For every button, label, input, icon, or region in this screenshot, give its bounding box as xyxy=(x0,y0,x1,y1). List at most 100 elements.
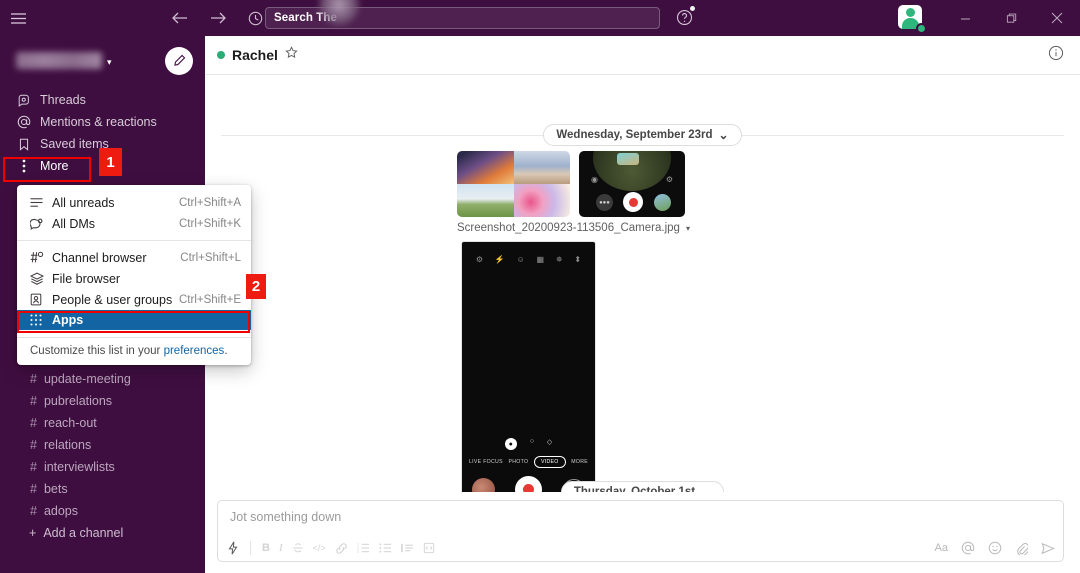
composer-toolbar: B I </> 123 Aa xyxy=(218,535,1063,561)
ordered-list-icon[interactable]: 123 xyxy=(357,542,370,554)
menu-item-apps[interactable]: Apps xyxy=(17,310,251,330)
window-controls xyxy=(898,0,1080,36)
hash-icon: # xyxy=(30,372,37,386)
code-icon[interactable]: </> xyxy=(313,543,326,553)
info-icon[interactable] xyxy=(1048,45,1064,66)
channel-label: relations xyxy=(43,438,92,452)
image-thumbnail-collage[interactable] xyxy=(457,151,570,217)
message-input[interactable]: Jot something down xyxy=(218,501,1063,524)
compose-icon[interactable] xyxy=(165,46,193,75)
send-icon[interactable] xyxy=(1041,542,1055,555)
italic-icon[interactable]: I xyxy=(279,542,283,554)
phone-tab-more: MORE xyxy=(571,459,588,465)
presence-badge xyxy=(916,23,927,34)
sidebar-channel-reach-out[interactable]: # reach-out xyxy=(0,412,205,434)
page-title: Rachel xyxy=(232,47,278,63)
menu-item-label: All DMs xyxy=(52,216,96,231)
add-channel-button[interactable]: + Add a channel xyxy=(0,522,205,544)
menu-footer-prefix: Customize this list in your xyxy=(30,345,164,357)
channel-browser-icon xyxy=(30,251,52,264)
bold-icon[interactable]: B xyxy=(262,542,270,554)
sidebar-channel-adops[interactable]: # adops xyxy=(0,500,205,522)
chevron-down-icon: ⌄ xyxy=(718,128,729,142)
code-block-icon[interactable] xyxy=(423,542,435,554)
date-divider-button[interactable]: Wednesday, September 23rd ⌄ xyxy=(543,124,742,146)
minimize-button[interactable] xyxy=(942,0,988,36)
more-dropdown-menu: All unreads Ctrl+Shift+A All DMs Ctrl+Sh… xyxy=(17,185,251,365)
sidebar-channel-relations[interactable]: # relations xyxy=(0,434,205,456)
hamburger-icon[interactable] xyxy=(0,0,36,36)
date-divider-label: Wednesday, September 23rd xyxy=(556,129,713,141)
format-icon[interactable]: Aa xyxy=(935,542,948,554)
strikethrough-icon[interactable] xyxy=(292,542,304,554)
maximize-button[interactable] xyxy=(988,0,1034,36)
star-icon[interactable] xyxy=(285,46,298,64)
image-thumbnail-camera[interactable]: ◉ ⚙ ●●● xyxy=(579,151,685,217)
menu-item-label: People & user groups xyxy=(52,292,173,307)
wide-icon: ● xyxy=(504,438,517,450)
workspace-name xyxy=(16,52,102,69)
phone-tab-video: VIDEO xyxy=(533,456,566,468)
title-bar: Search The xyxy=(0,0,1080,36)
close-button[interactable] xyxy=(1034,0,1080,36)
flash-icon: ⚡ xyxy=(494,255,505,264)
chevron-down-icon: ▾ xyxy=(685,223,690,233)
attachment-filename-label: Screenshot_20200923-113506_Camera.jpg xyxy=(457,222,680,234)
unreads-icon xyxy=(30,197,52,208)
channel-label: update-meeting xyxy=(43,372,131,386)
channel-label: reach-out xyxy=(43,416,97,430)
people-icon xyxy=(30,293,52,306)
channel-label: bets xyxy=(43,482,68,496)
menu-item-all-unreads[interactable]: All unreads Ctrl+Shift+A xyxy=(17,192,251,213)
menu-item-people-user-groups[interactable]: People & user groups Ctrl+Shift+E xyxy=(17,289,251,310)
link-icon[interactable] xyxy=(335,542,348,555)
annotation-badge-1: 1 xyxy=(99,148,122,176)
menu-item-channel-browser[interactable]: Channel browser Ctrl+Shift+L xyxy=(17,247,251,268)
arrow-right-icon[interactable] xyxy=(210,11,226,25)
emoji-icon[interactable] xyxy=(988,541,1002,555)
attachment-icon[interactable] xyxy=(1015,541,1028,555)
file-browser-icon xyxy=(30,272,52,285)
composer-area: Jot something down B I </> 1 2 3 Aa xyxy=(205,492,1080,573)
sidebar-channel-interviewlists[interactable]: # interviewlists xyxy=(0,456,205,478)
bulleted-list-icon[interactable] xyxy=(379,542,392,554)
arrow-left-icon[interactable] xyxy=(172,11,188,25)
channel-list: # update-meeting # pubrelations # reach-… xyxy=(0,368,205,544)
plus-icon: + xyxy=(29,526,37,540)
phone-tab-live-focus: LIVE FOCUS xyxy=(469,459,503,465)
menu-footer: Customize this list in your preferences. xyxy=(17,337,251,365)
channel-label: pubrelations xyxy=(43,394,113,408)
phone-tab-photo: PHOTO xyxy=(508,459,529,465)
lightning-icon[interactable] xyxy=(227,541,239,555)
help-circle-icon[interactable] xyxy=(676,9,693,31)
sidebar-item-threads[interactable]: Threads xyxy=(0,89,205,111)
menu-divider xyxy=(17,240,251,241)
mention-icon[interactable] xyxy=(961,541,975,555)
channel-label: interviewlists xyxy=(43,460,115,474)
date-divider-button[interactable]: Thursday, October 1st ⌄ xyxy=(560,481,725,492)
menu-item-file-browser[interactable]: File browser xyxy=(17,268,251,289)
sidebar-item-mentions[interactable]: Mentions & reactions xyxy=(0,111,205,133)
phone-screenshot-preview[interactable]: ⚙ ⚡ ☺ ▦ ✵ ⬍ ● ○ ◇ LIVE FOCUS PHOTO VIDEO… xyxy=(461,241,596,492)
sidebar-channel-update-meeting[interactable]: # update-meeting xyxy=(0,368,205,390)
add-channel-label: Add a channel xyxy=(43,526,124,540)
sidebar-item-label: More xyxy=(40,159,69,173)
conversation-header: Rachel xyxy=(205,36,1080,75)
threads-icon xyxy=(16,94,31,107)
attachment-filename[interactable]: Screenshot_20200923-113506_Camera.jpg ▾ xyxy=(457,222,690,234)
sidebar-channel-pubrelations[interactable]: # pubrelations xyxy=(0,390,205,412)
more-icon: ●●● xyxy=(596,194,613,211)
blockquote-icon[interactable] xyxy=(400,542,414,554)
apps-grid-icon xyxy=(30,314,52,326)
workspace-header[interactable]: ▾ xyxy=(0,36,205,85)
date-divider-bottom: Thursday, October 1st ⌄ xyxy=(205,481,1080,492)
avatar[interactable] xyxy=(898,5,927,34)
menu-item-all-dms[interactable]: All DMs Ctrl+Shift+K xyxy=(17,213,251,234)
sidebar-channel-bets[interactable]: # bets xyxy=(0,478,205,500)
preferences-link[interactable]: preferences xyxy=(164,345,225,357)
message-composer[interactable]: Jot something down B I </> 1 2 3 Aa xyxy=(217,500,1064,562)
phone-toolbar: ⚙ ⚡ ☺ ▦ ✵ ⬍ xyxy=(462,255,595,264)
gallery-thumb xyxy=(654,194,671,211)
hash-icon: # xyxy=(30,394,37,408)
clock-icon[interactable] xyxy=(248,11,263,26)
